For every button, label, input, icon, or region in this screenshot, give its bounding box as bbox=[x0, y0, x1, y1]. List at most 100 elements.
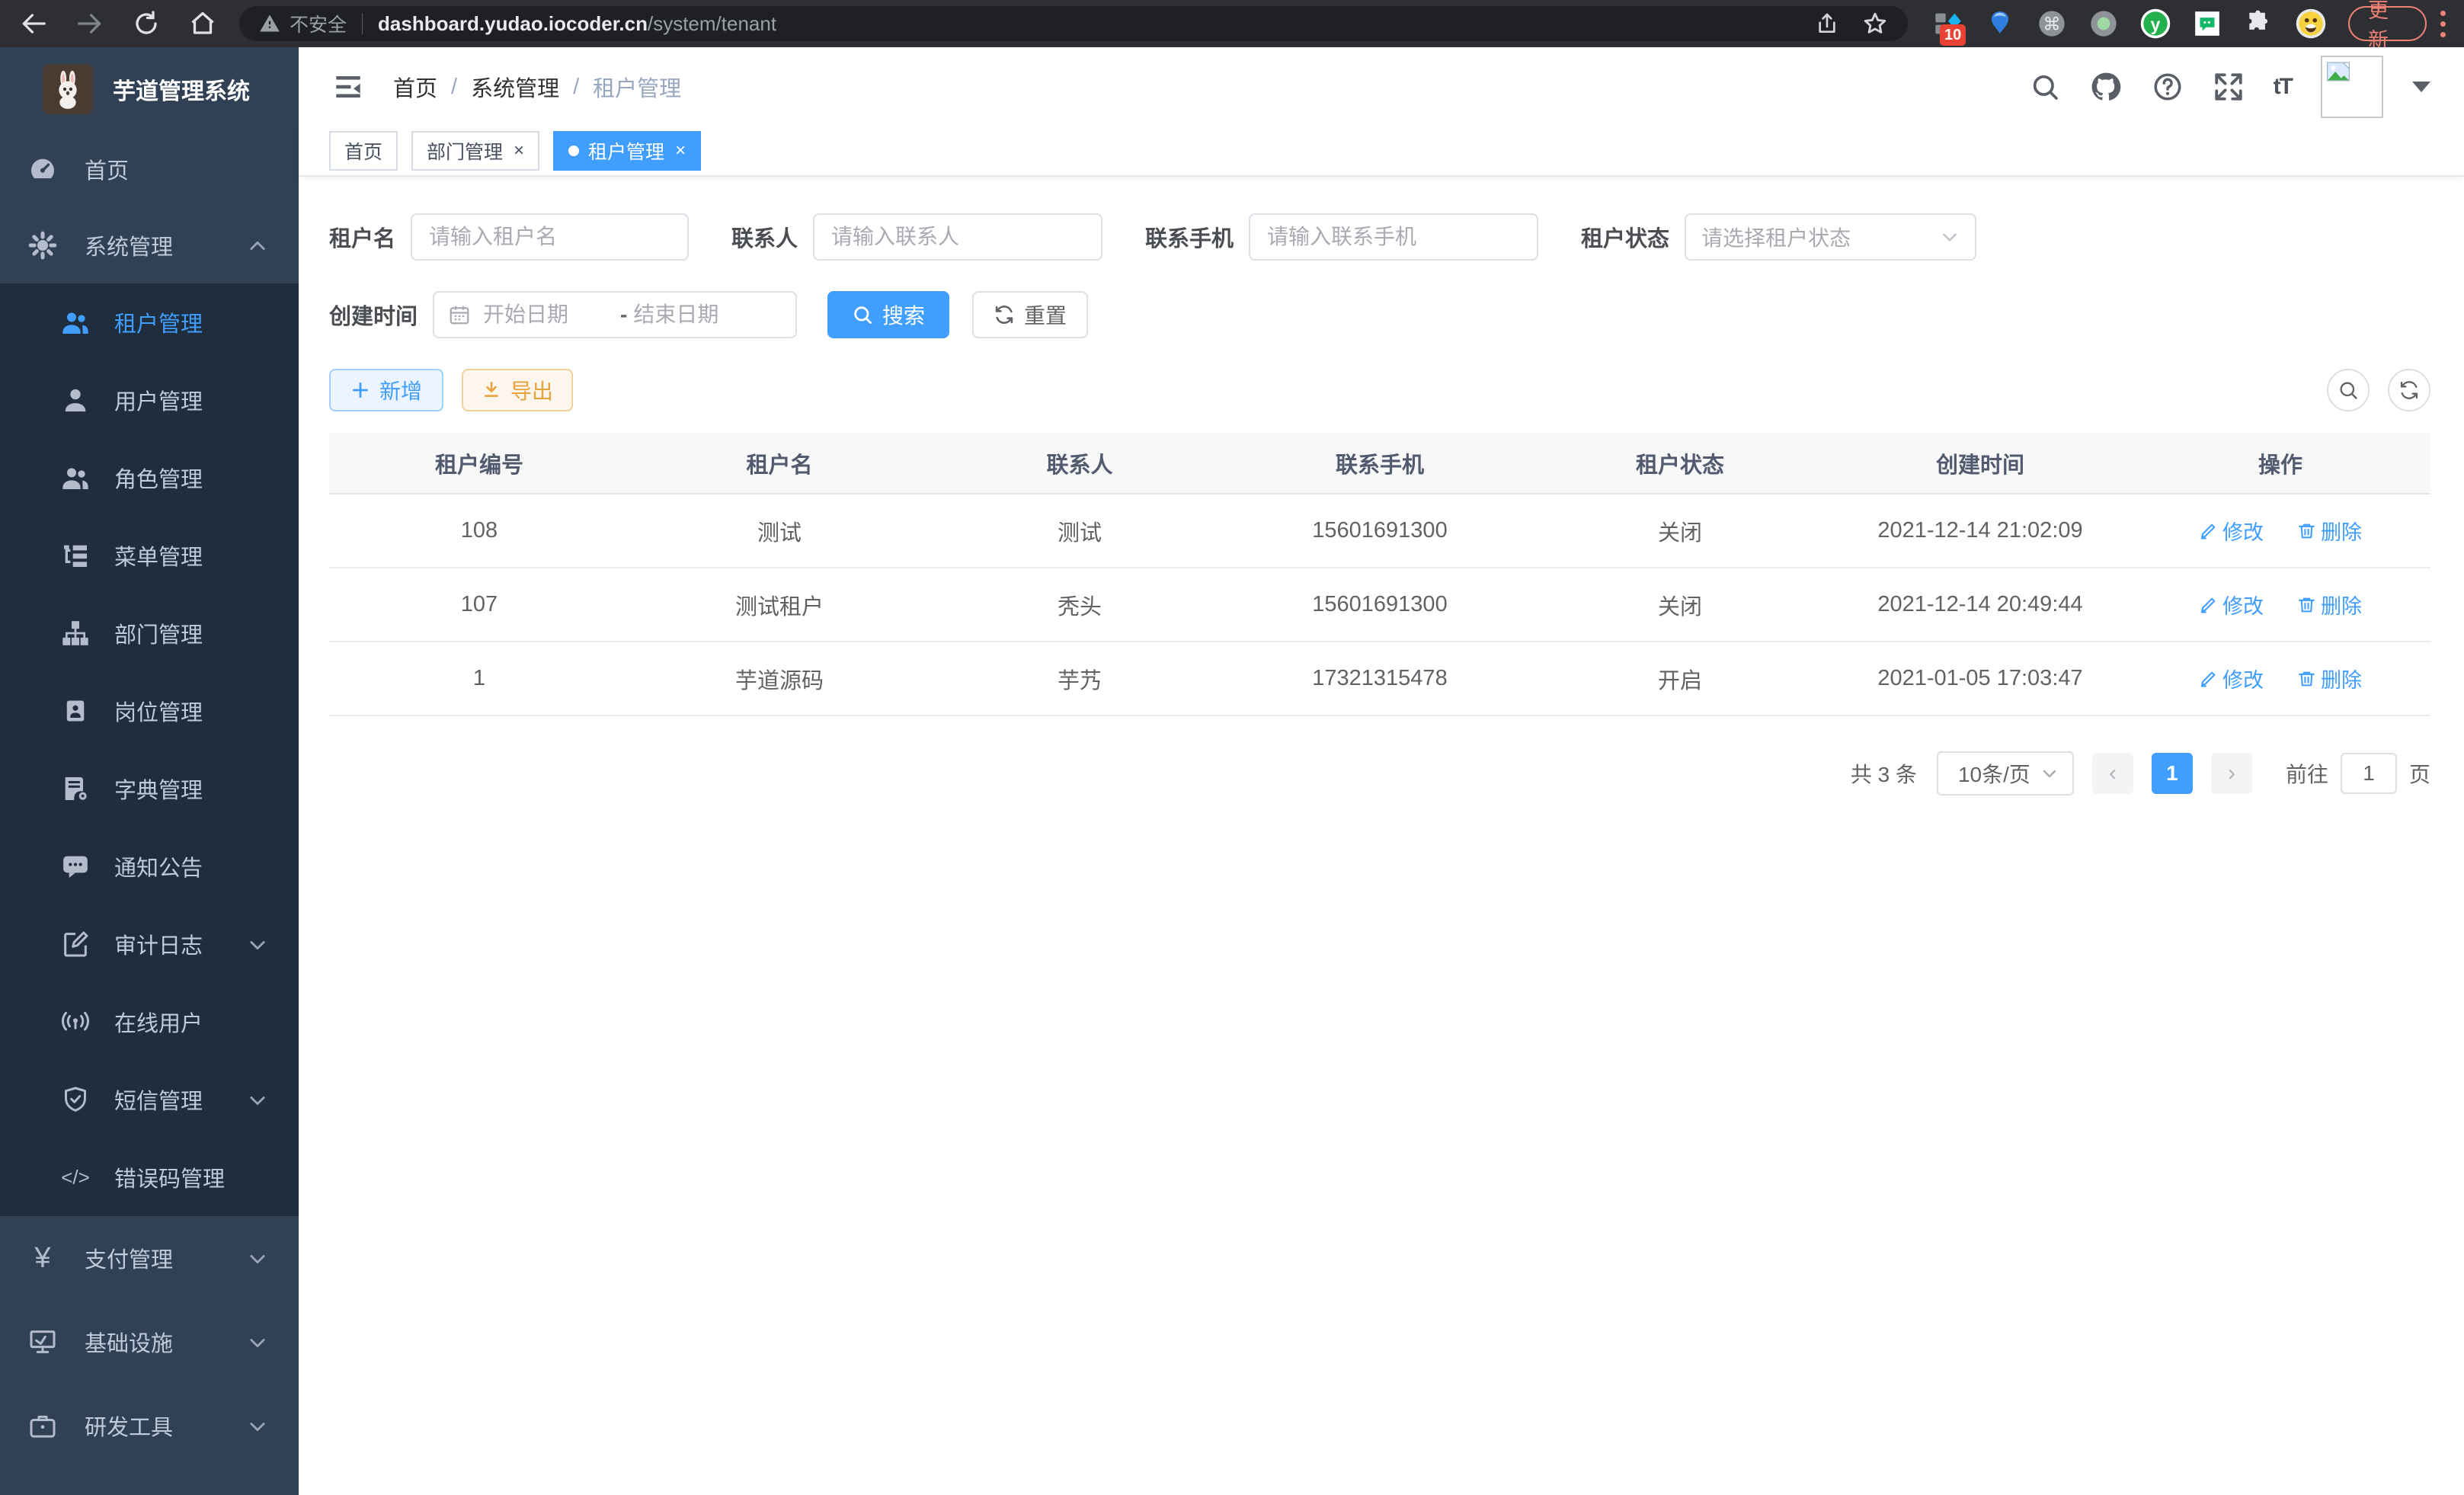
tag-tenant[interactable]: 租户管理 × bbox=[553, 131, 701, 171]
sidebar-item-error-code[interactable]: </> 错误码管理 bbox=[0, 1138, 299, 1216]
sidebar-item-menu[interactable]: 菜单管理 bbox=[0, 517, 299, 594]
toggle-search-button[interactable] bbox=[2327, 369, 2370, 411]
sidebar-item-role[interactable]: 角色管理 bbox=[0, 439, 299, 517]
breadcrumb-home[interactable]: 首页 bbox=[393, 71, 437, 103]
extension-y-icon[interactable]: y bbox=[2139, 8, 2171, 40]
extension-balloon-icon[interactable] bbox=[1984, 8, 2016, 40]
tenant-name-input[interactable] bbox=[411, 213, 689, 261]
add-button[interactable]: 新增 bbox=[329, 369, 443, 411]
contact-input[interactable] bbox=[813, 213, 1102, 261]
reset-button[interactable]: 重置 bbox=[972, 291, 1088, 338]
sidebar-item-dept[interactable]: 部门管理 bbox=[0, 594, 299, 672]
sidebar-item-notice[interactable]: 通知公告 bbox=[0, 828, 299, 905]
sidebar-item-post[interactable]: 岗位管理 bbox=[0, 672, 299, 750]
start-date-input[interactable] bbox=[483, 303, 614, 327]
header-search-icon[interactable] bbox=[2030, 72, 2060, 102]
sidebar-item-infra[interactable]: 基础设施 bbox=[0, 1300, 299, 1384]
broadcast-icon bbox=[58, 1007, 93, 1037]
sidebar-collapse-icon[interactable] bbox=[332, 71, 364, 103]
close-icon[interactable]: × bbox=[514, 140, 524, 162]
chrome-menu-icon[interactable] bbox=[2440, 11, 2446, 37]
col-tenant-id: 租户编号 bbox=[329, 433, 629, 494]
bookmark-star-icon[interactable] bbox=[1862, 11, 1888, 37]
refresh-icon bbox=[2398, 379, 2420, 401]
col-contact: 联系人 bbox=[930, 433, 1230, 494]
search-icon bbox=[2338, 379, 2359, 401]
page-content: 租户名 联系人 联系手机 租户状态 请选择租户状态 bbox=[299, 177, 2464, 1495]
extensions-puzzle-icon[interactable] bbox=[2243, 8, 2275, 40]
extension-gray-circle-icon[interactable] bbox=[2088, 8, 2120, 40]
app-logo-rabbit bbox=[43, 64, 93, 114]
status-text: 关闭 bbox=[1530, 494, 1830, 568]
sidebar-item-audit-log[interactable]: 审计日志 bbox=[0, 905, 299, 983]
github-icon[interactable] bbox=[2089, 70, 2123, 104]
sidebar-item-system[interactable]: 系统管理 bbox=[0, 207, 299, 283]
download-icon bbox=[482, 380, 501, 400]
extension-chat-icon[interactable] bbox=[2191, 8, 2223, 40]
table-row: 107 测试租户 秃头 15601691300 关闭 2021-12-14 20… bbox=[329, 568, 2430, 642]
url-text: dashboard.yudao.iocoder.cn/system/tenant bbox=[378, 12, 776, 36]
chevron-down-icon bbox=[247, 1413, 268, 1439]
mobile-input[interactable] bbox=[1249, 213, 1538, 261]
status-select[interactable]: 请选择租户状态 bbox=[1685, 213, 1976, 261]
chevron-down-icon bbox=[2040, 764, 2059, 783]
user-menu-caret-icon[interactable] bbox=[2412, 82, 2430, 92]
sidebar-item-payment[interactable]: ¥ 支付管理 bbox=[0, 1216, 299, 1300]
delete-button[interactable]: 删除 bbox=[2297, 590, 2362, 619]
tag-home[interactable]: 首页 bbox=[329, 131, 398, 171]
delete-button[interactable]: 删除 bbox=[2297, 664, 2362, 693]
profile-emoji-icon[interactable] bbox=[2295, 8, 2327, 40]
browser-forward-icon[interactable] bbox=[75, 8, 105, 39]
close-icon[interactable]: × bbox=[675, 140, 686, 162]
avatar[interactable] bbox=[2321, 56, 2383, 118]
logo-row[interactable]: 芋道管理系统 bbox=[0, 47, 299, 131]
tag-dept[interactable]: 部门管理 × bbox=[411, 131, 539, 171]
goto-label: 前往 bbox=[2286, 758, 2328, 789]
sidebar-item-tenant[interactable]: 租户管理 bbox=[0, 283, 299, 361]
chevron-down-icon bbox=[1940, 227, 1960, 247]
sidebar-item-online-users[interactable]: 在线用户 bbox=[0, 983, 299, 1061]
export-button[interactable]: 导出 bbox=[462, 369, 573, 411]
extension-command-icon[interactable]: ⌘ bbox=[2036, 8, 2068, 40]
next-page-button[interactable]: › bbox=[2211, 753, 2252, 794]
font-size-icon[interactable]: tT bbox=[2274, 74, 2292, 100]
tenants-people-icon bbox=[58, 307, 93, 338]
browser-home-icon[interactable] bbox=[187, 8, 218, 39]
extension-blue-diamond-icon[interactable]: 10 bbox=[1932, 8, 1964, 40]
chrome-update-button[interactable]: 更新 bbox=[2348, 6, 2427, 41]
system-submenu: 租户管理 用户管理 角色管理 菜单管理 bbox=[0, 283, 299, 1216]
sidebar-item-user[interactable]: 用户管理 bbox=[0, 361, 299, 439]
refresh-table-button[interactable] bbox=[2388, 369, 2430, 411]
prev-page-button[interactable]: ‹ bbox=[2092, 753, 2133, 794]
roles-people-icon bbox=[58, 463, 93, 493]
message-bubble-icon bbox=[58, 851, 93, 882]
breadcrumb-system[interactable]: 系统管理 bbox=[471, 71, 559, 103]
browser-back-icon[interactable] bbox=[18, 8, 49, 39]
tenant-name-label: 租户名 bbox=[329, 221, 395, 253]
sidebar-item-dict[interactable]: 字典管理 bbox=[0, 750, 299, 828]
browser-reload-icon[interactable] bbox=[131, 8, 162, 39]
sidebar-item-sms[interactable]: 短信管理 bbox=[0, 1061, 299, 1138]
edit-button[interactable]: 修改 bbox=[2199, 516, 2264, 546]
delete-button[interactable]: 删除 bbox=[2297, 516, 2362, 546]
edit-button[interactable]: 修改 bbox=[2199, 664, 2264, 693]
status-label: 租户状态 bbox=[1581, 221, 1669, 253]
trash-icon bbox=[2297, 595, 2316, 614]
share-icon[interactable] bbox=[1815, 11, 1839, 36]
goto-page-input[interactable] bbox=[2341, 753, 2397, 794]
chevron-left-icon: ‹ bbox=[2109, 760, 2117, 786]
current-page-button[interactable]: 1 bbox=[2152, 753, 2193, 794]
tags-view: 首页 部门管理 × 租户管理 × bbox=[299, 126, 2464, 177]
search-button[interactable]: 搜索 bbox=[827, 291, 949, 338]
sidebar-item-home[interactable]: 首页 bbox=[0, 131, 299, 207]
edit-button[interactable]: 修改 bbox=[2199, 590, 2264, 619]
search-icon bbox=[852, 304, 873, 325]
end-date-input[interactable] bbox=[633, 303, 764, 327]
help-question-icon[interactable] bbox=[2152, 71, 2184, 103]
fullscreen-icon[interactable] bbox=[2213, 71, 2245, 103]
page-size-select[interactable]: 10条/页 bbox=[1937, 751, 2074, 796]
create-time-range-picker[interactable]: - bbox=[433, 291, 797, 338]
address-bar[interactable]: 不安全 dashboard.yudao.iocoder.cn/system/te… bbox=[239, 6, 1908, 41]
sidebar-item-devtools[interactable]: 研发工具 bbox=[0, 1384, 299, 1468]
status-text: 开启 bbox=[1530, 642, 1830, 715]
